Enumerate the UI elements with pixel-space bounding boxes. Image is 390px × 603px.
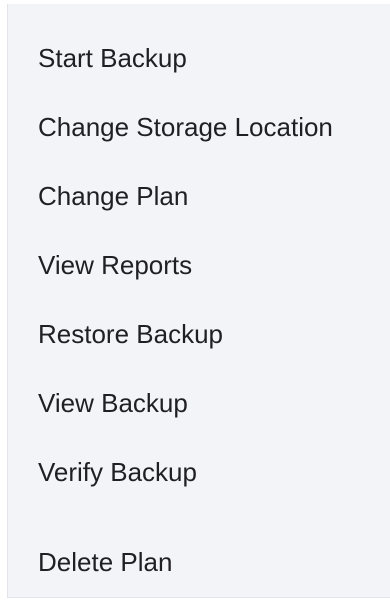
menu-item-start-backup[interactable]: Start Backup — [8, 30, 390, 86]
menu-item-restore-backup[interactable]: Restore Backup — [8, 306, 390, 362]
menu-item-view-reports[interactable]: View Reports — [8, 237, 390, 293]
menu-item-change-plan[interactable]: Change Plan — [8, 168, 390, 224]
menu-item-change-storage-location[interactable]: Change Storage Location — [8, 99, 390, 155]
menu-item-verify-backup[interactable]: Verify Backup — [8, 444, 390, 500]
menu-item-view-backup[interactable]: View Backup — [8, 375, 390, 431]
menu-item-delete-plan[interactable]: Delete Plan — [8, 534, 390, 590]
backup-plan-context-menu: Start Backup Change Storage Location Cha… — [7, 4, 390, 598]
